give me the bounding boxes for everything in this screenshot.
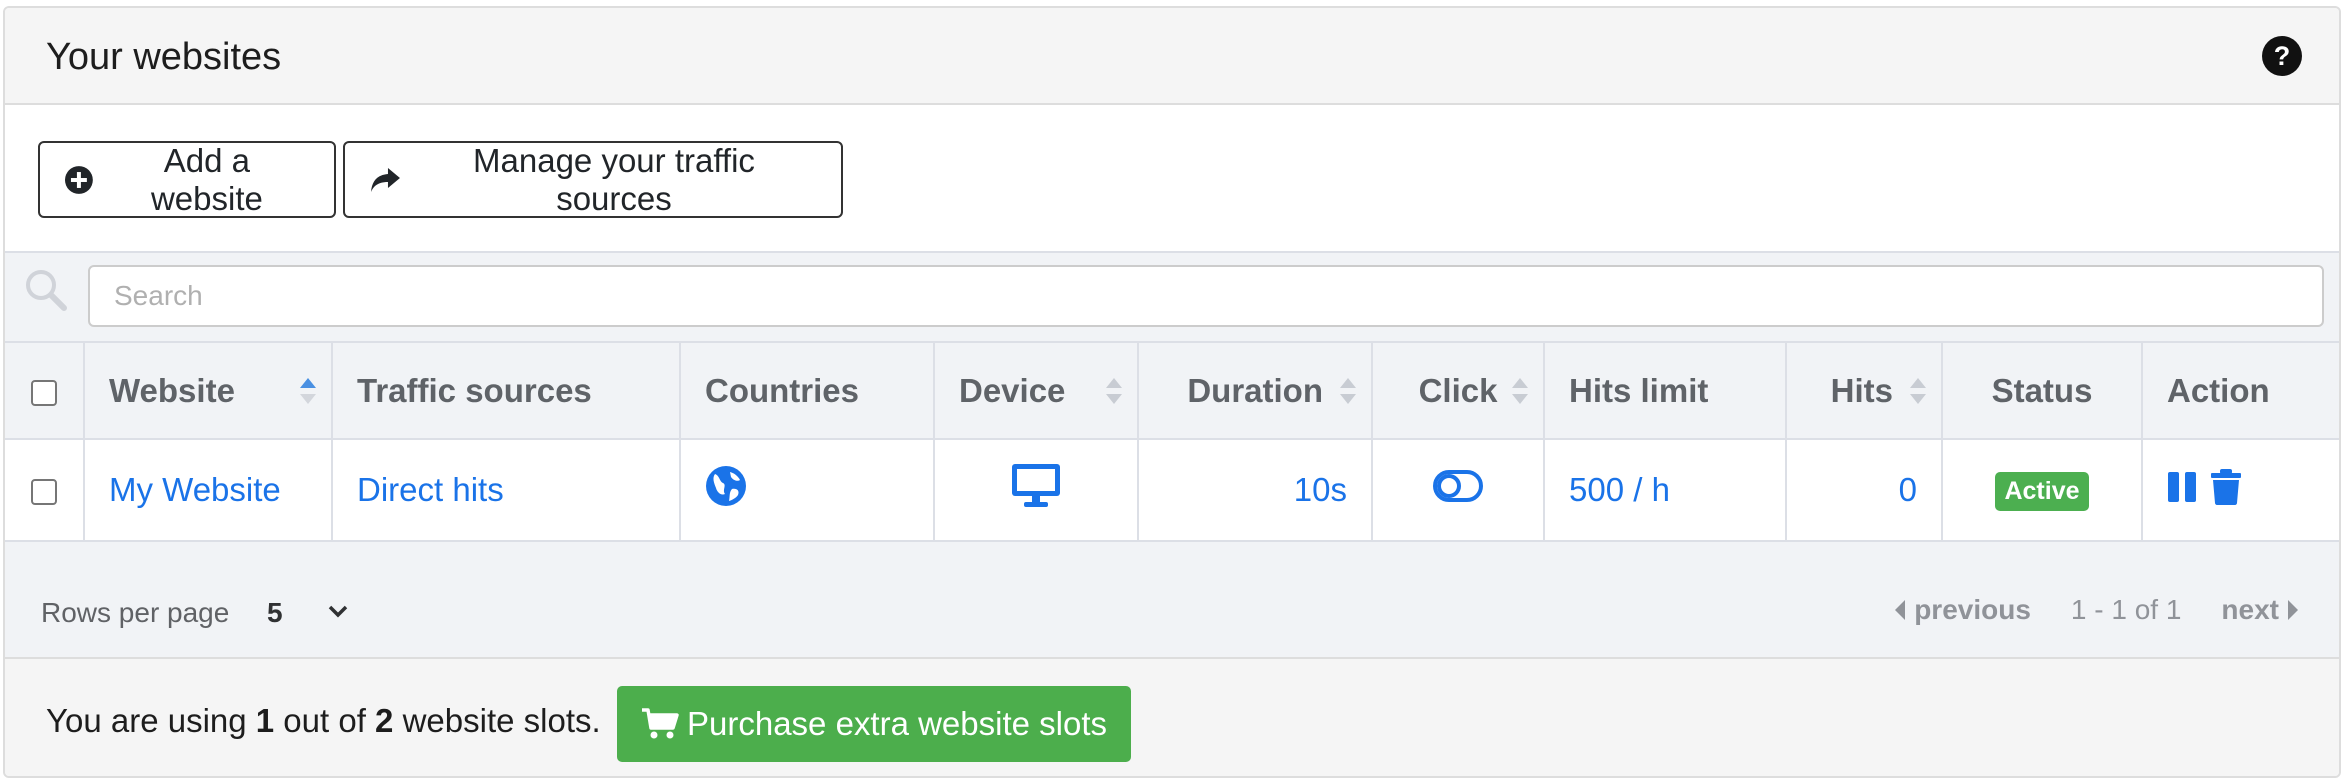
table-header-row: Website Traffic sources Countries Device [5, 342, 2339, 439]
pagination: previous 1 - 1 of 1 next [1894, 594, 2299, 626]
slots-usage-text: You are using 1 out of 2 website slots. [46, 702, 601, 739]
row-select-checkbox[interactable] [31, 479, 57, 506]
sort-icon [1106, 377, 1122, 404]
column-header-status: Status [1942, 342, 2143, 439]
column-header-website[interactable]: Website [84, 342, 333, 439]
caret-right-icon [2288, 600, 2298, 620]
websites-panel: Your websites ? Add a website Manage you… [3, 6, 2341, 778]
device-cell [934, 439, 1139, 541]
click-cell [1372, 439, 1545, 541]
previous-page-button[interactable]: previous [1894, 594, 2031, 626]
page-title: Your websites [46, 36, 282, 78]
rows-per-page-label: Rows per page [41, 597, 230, 628]
purchase-slots-button[interactable]: Purchase extra website slots [617, 686, 1131, 762]
traffic-sources-cell: Direct hits [332, 439, 681, 541]
sort-ascending-icon [300, 377, 316, 404]
pagination-info: 1 - 1 of 1 [2070, 594, 2182, 625]
pause-icon[interactable] [2167, 471, 2197, 503]
rows-per-page-select[interactable]: 5 [267, 597, 283, 629]
websites-table: Website Traffic sources Countries Device [5, 341, 2339, 542]
website-slots-bar: You are using 1 out of 2 website slots. … [5, 657, 2339, 776]
row-select-cell [5, 439, 85, 541]
question-circle-icon[interactable]: ? [2261, 35, 2303, 77]
next-page-button[interactable]: next [2221, 594, 2299, 626]
hits-limit-cell: 500 / h [1544, 439, 1787, 541]
toggle-icon[interactable] [1433, 470, 1483, 502]
desktop-icon[interactable] [1011, 463, 1061, 509]
action-cell [2142, 439, 2339, 541]
websites-table-container: Website Traffic sources Countries Device [5, 251, 2339, 657]
search-input[interactable] [88, 265, 2324, 327]
plus-circle-icon [64, 165, 93, 194]
countries-cell [680, 439, 935, 541]
column-header-duration[interactable]: Duration [1138, 342, 1373, 439]
status-cell: Active [1942, 439, 2143, 541]
slots-total: 2 [375, 702, 394, 739]
manage-traffic-sources-label: Manage your traffic sources [473, 141, 755, 217]
slots-used: 1 [255, 702, 275, 739]
table-footer: Rows per page 5 previous 1 - 1 of 1 next [5, 564, 2339, 657]
sort-icon [1340, 377, 1356, 404]
manage-traffic-sources-button[interactable]: Manage your traffic sources [343, 141, 843, 218]
sort-icon [1910, 377, 1926, 404]
share-arrow-icon [370, 167, 400, 192]
duration-cell: 10s [1138, 439, 1373, 541]
hits-cell: 0 [1786, 439, 1943, 541]
column-header-traffic-sources: Traffic sources [332, 342, 681, 439]
column-header-hits[interactable]: Hits [1786, 342, 1943, 439]
hits-limit-link[interactable]: 500 / h [1569, 471, 1670, 508]
hits-value: 0 [1898, 471, 1917, 508]
column-header-click[interactable]: Click [1372, 342, 1545, 439]
search-row [5, 253, 2339, 341]
caret-left-icon [1895, 600, 1906, 620]
column-header-countries: Countries [680, 342, 935, 439]
status-badge: Active [1995, 472, 2089, 511]
panel-heading: Your websites ? [5, 8, 2339, 105]
select-all-checkbox[interactable] [31, 379, 57, 406]
column-header-hits-limit: Hits limit [1544, 342, 1787, 439]
svg-text:?: ? [2274, 41, 2291, 71]
globe-icon[interactable] [705, 465, 747, 507]
table-row: My Website Direct hits 10s 500 / h 0 Act… [5, 439, 2339, 541]
column-header-action: Action [2167, 371, 2270, 409]
column-header-device[interactable]: Device [934, 342, 1139, 439]
cart-icon [641, 708, 679, 739]
chevron-down-icon[interactable] [327, 602, 349, 622]
add-website-label: Add a website [150, 141, 263, 217]
select-all-cell [5, 342, 85, 439]
trash-icon[interactable] [2211, 469, 2241, 505]
website-cell: My Website [84, 439, 333, 541]
search-icon [26, 270, 67, 311]
duration-value: 10s [1293, 471, 1347, 508]
add-website-button[interactable]: Add a website [38, 141, 336, 218]
website-link[interactable]: My Website [109, 471, 281, 508]
toolbar: Add a website Manage your traffic source… [5, 105, 2339, 251]
sort-icon [1512, 377, 1528, 404]
traffic-source-link[interactable]: Direct hits [357, 471, 504, 508]
purchase-slots-label: Purchase extra website slots [686, 705, 1108, 742]
